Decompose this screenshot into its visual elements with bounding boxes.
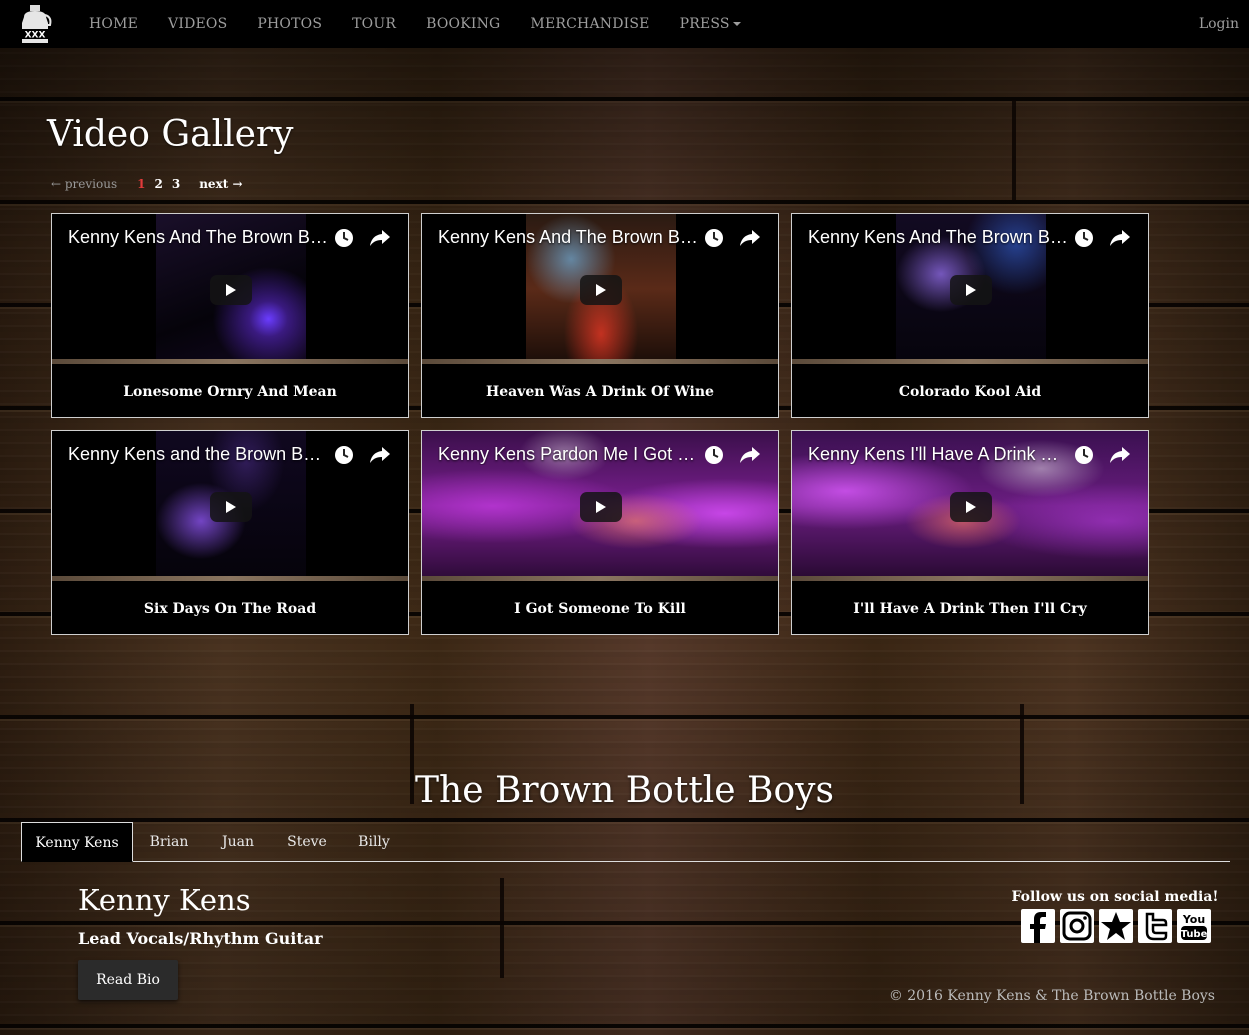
- video-title[interactable]: Kenny Kens And The Brown Bottle Boys: [808, 227, 1068, 248]
- video-embed[interactable]: Kenny Kens I'll Have A Drink Then I'll C…: [792, 431, 1148, 581]
- share-icon[interactable]: [738, 445, 762, 465]
- navbar: XXX HOME VIDEOS PHOTOS TOUR BOOKING MERC…: [0, 0, 1249, 48]
- video-title[interactable]: Kenny Kens And The Brown Bottle Boys: [68, 227, 328, 248]
- video-embed[interactable]: Kenny Kens Pardon Me I Got Someone To Ki…: [422, 431, 778, 581]
- logo-text: XXX: [25, 31, 46, 41]
- watch-later-icon[interactable]: [334, 228, 354, 248]
- tabs-divider: [21, 861, 1230, 862]
- member-name: Kenny Kens: [78, 883, 251, 917]
- pagination: ← previous 1 2 3 next →: [51, 174, 243, 194]
- tab-steve[interactable]: Steve: [277, 822, 337, 862]
- next-page-link[interactable]: next →: [199, 177, 242, 191]
- video-card: Kenny Kens And The Brown Bottle Boys Col…: [791, 213, 1149, 418]
- tab-kenny-kens[interactable]: Kenny Kens: [21, 822, 133, 862]
- twitter-icon[interactable]: [1138, 909, 1172, 943]
- caret-down-icon: [732, 22, 741, 26]
- nav-item-booking[interactable]: BOOKING: [411, 0, 515, 48]
- logo-jug-icon[interactable]: XXX: [14, 3, 56, 45]
- nav-item-press-label: PRESS: [679, 16, 730, 32]
- tab-brian[interactable]: Brian: [137, 822, 201, 862]
- watch-later-icon[interactable]: [334, 445, 354, 465]
- member-role: Lead Vocals/Rhythm Guitar: [78, 929, 323, 948]
- nav-item-press[interactable]: PRESS: [665, 0, 756, 48]
- play-button[interactable]: [210, 275, 252, 305]
- social-icons: You Tube: [1021, 909, 1216, 943]
- page-link-1[interactable]: 1: [137, 177, 145, 191]
- nav-item-home[interactable]: HOME: [74, 0, 153, 48]
- video-card: Kenny Kens I'll Have A Drink Then I'll C…: [791, 430, 1149, 635]
- page-title: Video Gallery: [47, 114, 294, 155]
- read-bio-button[interactable]: Read Bio: [78, 960, 178, 1000]
- band-title: The Brown Bottle Boys: [415, 770, 834, 811]
- play-button[interactable]: [580, 492, 622, 522]
- share-icon[interactable]: [368, 228, 392, 248]
- svg-text:You: You: [1182, 913, 1205, 926]
- video-title[interactable]: Kenny Kens Pardon Me I Got Someone To Ki…: [438, 444, 698, 465]
- video-caption: I'll Have A Drink Then I'll Cry: [853, 601, 1087, 617]
- play-button[interactable]: [950, 492, 992, 522]
- watch-later-icon[interactable]: [704, 228, 724, 248]
- instagram-icon[interactable]: [1060, 909, 1094, 943]
- login-link[interactable]: Login: [1199, 0, 1239, 48]
- svg-text:Tube: Tube: [1181, 929, 1208, 940]
- play-button[interactable]: [210, 492, 252, 522]
- watch-later-icon[interactable]: [1074, 445, 1094, 465]
- social-heading: Follow us on social media!: [1011, 889, 1219, 905]
- video-caption: Lonesome Ornry And Mean: [123, 384, 337, 400]
- youtube-icon[interactable]: You Tube: [1177, 909, 1211, 943]
- nav-item-videos[interactable]: VIDEOS: [153, 0, 242, 48]
- page-link-2[interactable]: 2: [154, 177, 162, 191]
- nav-item-merchandise[interactable]: MERCHANDISE: [515, 0, 664, 48]
- video-embed[interactable]: Kenny Kens And The Brown Bottle Boys: [792, 214, 1148, 364]
- video-card: Kenny Kens Pardon Me I Got Someone To Ki…: [421, 430, 779, 635]
- share-icon[interactable]: [368, 445, 392, 465]
- page-link-3[interactable]: 3: [172, 177, 180, 191]
- share-icon[interactable]: [1108, 228, 1132, 248]
- video-title[interactable]: Kenny Kens and the Brown Bottle Boys: [68, 444, 328, 465]
- nav-links: HOME VIDEOS PHOTOS TOUR BOOKING MERCHAND…: [74, 0, 756, 48]
- tab-juan[interactable]: Juan: [210, 822, 266, 862]
- reverbnation-star-icon[interactable]: [1099, 909, 1133, 943]
- copyright-text: © 2016 Kenny Kens & The Brown Bottle Boy…: [888, 988, 1215, 1004]
- play-button[interactable]: [950, 275, 992, 305]
- share-icon[interactable]: [738, 228, 762, 248]
- video-card: Kenny Kens And The Brown Bottle Boys Lon…: [51, 213, 409, 418]
- share-icon[interactable]: [1108, 445, 1132, 465]
- video-title[interactable]: Kenny Kens I'll Have A Drink Then I'll C…: [808, 444, 1068, 465]
- video-embed[interactable]: Kenny Kens and the Brown Bottle Boys: [52, 431, 408, 581]
- watch-later-icon[interactable]: [704, 445, 724, 465]
- video-caption: Colorado Kool Aid: [898, 384, 1042, 400]
- video-caption: I Got Someone To Kill: [514, 601, 686, 617]
- tab-billy[interactable]: Billy: [348, 822, 400, 862]
- nav-item-photos[interactable]: PHOTOS: [242, 0, 337, 48]
- nav-item-tour[interactable]: TOUR: [337, 0, 411, 48]
- video-embed[interactable]: Kenny Kens And The Brown Bottle Boys: [422, 214, 778, 364]
- watch-later-icon[interactable]: [1074, 228, 1094, 248]
- video-embed[interactable]: Kenny Kens And The Brown Bottle Boys: [52, 214, 408, 364]
- video-card: Kenny Kens and the Brown Bottle Boys Six…: [51, 430, 409, 635]
- video-caption: Heaven Was A Drink Of Wine: [486, 384, 714, 400]
- facebook-icon[interactable]: [1021, 909, 1055, 943]
- play-button[interactable]: [580, 275, 622, 305]
- previous-page-link[interactable]: ← previous: [51, 177, 117, 191]
- video-card: Kenny Kens And The Brown Bottle Boys Hea…: [421, 213, 779, 418]
- video-caption: Six Days On The Road: [143, 601, 317, 617]
- video-title[interactable]: Kenny Kens And The Brown Bottle Boys: [438, 227, 698, 248]
